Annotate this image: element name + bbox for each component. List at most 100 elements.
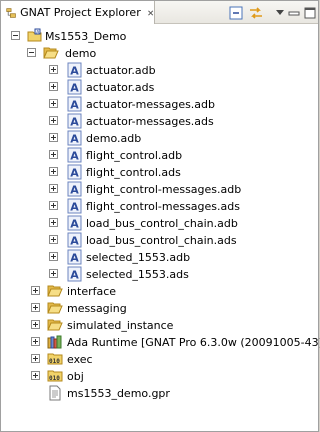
- file-label: load_bus_control_chain.ads: [86, 234, 237, 247]
- expand-toggle[interactable]: [49, 252, 58, 261]
- project-explorer-view: GNAT Project Explorer A Ms1553_Demo demo…: [0, 0, 320, 432]
- binary-folder-icon: 010: [47, 370, 63, 382]
- svg-text:A: A: [70, 150, 79, 163]
- tree-item-folder-interface[interactable]: interface: [1, 283, 318, 300]
- tree-item-file[interactable]: A flight_control-messages.ads: [1, 198, 318, 215]
- expand-toggle[interactable]: [49, 116, 58, 125]
- svg-text:A: A: [70, 269, 79, 282]
- view-menu-icon: [275, 9, 284, 15]
- tree-item-folder-exec[interactable]: 010 exec: [1, 351, 318, 368]
- file-label: selected_1553.ads: [86, 268, 189, 281]
- expand-toggle[interactable]: [31, 337, 40, 346]
- tree-item-file[interactable]: A flight_control-messages.adb: [1, 181, 318, 198]
- tree-item-folder-demo[interactable]: demo: [1, 45, 318, 62]
- expand-toggle[interactable]: [49, 133, 58, 142]
- expand-toggle[interactable]: [31, 303, 40, 312]
- ada-file-icon: A: [67, 215, 82, 231]
- tree-item-file[interactable]: A flight_control.ads: [1, 164, 318, 181]
- tree-item-file[interactable]: A selected_1553.ads: [1, 266, 318, 283]
- ada-file-icon: A: [67, 130, 82, 146]
- svg-text:A: A: [70, 82, 79, 95]
- expand-toggle[interactable]: [49, 167, 58, 176]
- svg-text:A: A: [70, 65, 79, 78]
- tree-item-file[interactable]: A actuator.ads: [1, 79, 318, 96]
- tree-item-file[interactable]: A demo.adb: [1, 130, 318, 147]
- ada-file-icon: A: [67, 79, 82, 95]
- minimize-button[interactable]: [285, 4, 302, 21]
- folder-label: simulated_instance: [67, 319, 174, 332]
- view-tab-bar: GNAT Project Explorer: [1, 1, 318, 24]
- expand-toggle[interactable]: [49, 82, 58, 91]
- svg-text:A: A: [70, 235, 79, 248]
- svg-text:A: A: [70, 133, 79, 146]
- file-label: actuator.adb: [86, 64, 156, 77]
- expand-toggle[interactable]: [31, 371, 40, 380]
- tree-item-file[interactable]: A flight_control.adb: [1, 147, 318, 164]
- expand-toggle[interactable]: [31, 320, 40, 329]
- file-label: actuator-messages.adb: [86, 98, 216, 111]
- ada-file-icon: A: [67, 96, 82, 112]
- ada-file-icon: A: [67, 232, 82, 248]
- expand-toggle[interactable]: [31, 286, 40, 295]
- collapse-toggle[interactable]: [11, 31, 20, 40]
- ada-file-icon: A: [67, 249, 82, 265]
- folder-label: obj: [67, 370, 84, 383]
- expand-toggle[interactable]: [49, 269, 58, 278]
- file-label: actuator.ads: [86, 81, 155, 94]
- file-label: actuator-messages.ads: [86, 115, 214, 128]
- minimize-icon: [288, 11, 299, 15]
- tree-item-file[interactable]: A load_bus_control_chain.ads: [1, 232, 318, 249]
- tree-item-folder-simulated-instance[interactable]: simulated_instance: [1, 317, 318, 334]
- ada-file-icon: A: [67, 147, 82, 163]
- project-label: Ms1553_Demo: [45, 30, 127, 43]
- binary-folder-icon: 010: [47, 353, 63, 365]
- tree-item-project[interactable]: A Ms1553_Demo: [1, 28, 318, 45]
- folder-icon: [47, 319, 63, 331]
- close-icon[interactable]: [147, 8, 154, 18]
- tree-item-file[interactable]: A actuator-messages.ads: [1, 113, 318, 130]
- svg-text:A: A: [70, 201, 79, 214]
- text-file-icon: [49, 385, 61, 401]
- tree-item-file[interactable]: A selected_1553.adb: [1, 249, 318, 266]
- svg-text:A: A: [70, 116, 79, 129]
- folder-icon: [47, 302, 63, 314]
- file-label: flight_control.adb: [86, 149, 183, 162]
- tree-item-ada-runtime[interactable]: Ada Runtime [GNAT Pro 6.3.0w (20091005-4…: [1, 334, 320, 351]
- tree-item-file[interactable]: A load_bus_control_chain.adb: [1, 215, 318, 232]
- expand-toggle[interactable]: [49, 184, 58, 193]
- tab-gnat-project-explorer[interactable]: GNAT Project Explorer: [1, 1, 155, 24]
- file-label: ms1553_demo.gpr: [67, 387, 170, 400]
- collapse-all-button[interactable]: [227, 4, 244, 21]
- expand-toggle[interactable]: [49, 65, 58, 74]
- tree-item-folder-obj[interactable]: 010 obj: [1, 368, 318, 385]
- collapse-toggle[interactable]: [27, 48, 36, 57]
- link-with-editor-button[interactable]: [247, 4, 264, 21]
- project-tree: A Ms1553_Demo demo A actuator.adb A actu…: [1, 25, 320, 431]
- svg-text:010: 010: [49, 358, 60, 365]
- file-label: selected_1553.adb: [86, 251, 191, 264]
- tree-item-file[interactable]: A actuator-messages.adb: [1, 96, 318, 113]
- expand-toggle[interactable]: [49, 99, 58, 108]
- folder-label: demo: [65, 47, 97, 60]
- expand-toggle[interactable]: [49, 235, 58, 244]
- expand-toggle[interactable]: [49, 150, 58, 159]
- file-label: flight_control.ads: [86, 166, 181, 179]
- folder-label: exec: [67, 353, 93, 366]
- expand-toggle[interactable]: [49, 201, 58, 210]
- open-folder-icon: [43, 47, 59, 59]
- file-label: demo.adb: [86, 132, 142, 145]
- svg-text:A: A: [70, 218, 79, 231]
- project-explorer-icon: [6, 7, 16, 18]
- tree-item-gpr-file[interactable]: ms1553_demo.gpr: [1, 385, 318, 402]
- ada-file-icon: A: [67, 62, 82, 78]
- maximize-button[interactable]: [301, 4, 318, 21]
- folder-icon: [47, 285, 63, 297]
- file-label: flight_control-messages.adb: [86, 183, 242, 196]
- tree-item-file[interactable]: A actuator.adb: [1, 62, 318, 79]
- runtime-label: Ada Runtime [GNAT Pro 6.3.0w (20091005-4…: [67, 336, 320, 349]
- expand-toggle[interactable]: [31, 354, 40, 363]
- expand-toggle[interactable]: [49, 218, 58, 227]
- file-label: flight_control-messages.ads: [86, 200, 240, 213]
- file-label: load_bus_control_chain.adb: [86, 217, 238, 230]
- tree-item-folder-messaging[interactable]: messaging: [1, 300, 318, 317]
